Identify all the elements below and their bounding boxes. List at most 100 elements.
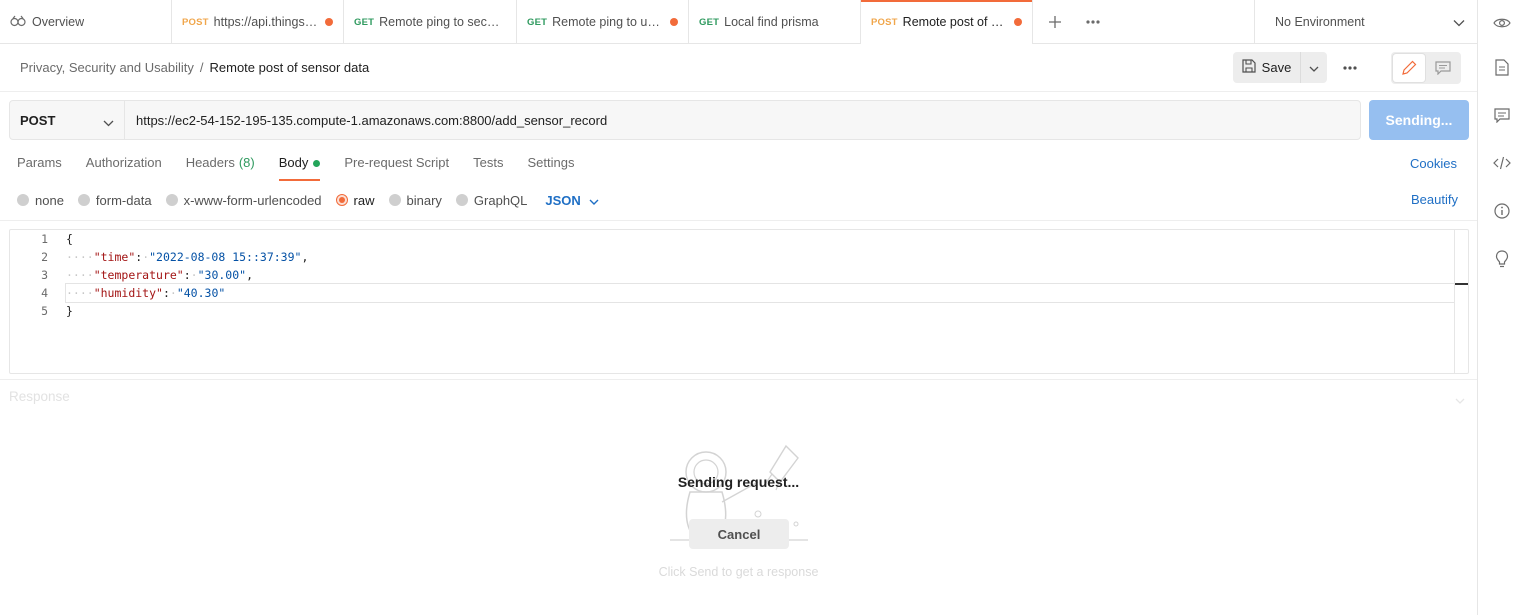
tab-settings[interactable]: Settings <box>527 155 574 181</box>
tab-params[interactable]: Params <box>17 155 62 181</box>
json-value: "40.30" <box>176 286 226 300</box>
tab-body[interactable]: Body <box>278 155 321 181</box>
http-method-value: POST <box>20 112 56 128</box>
json-key: "time" <box>93 250 136 264</box>
more-actions-icon[interactable] <box>1338 56 1362 80</box>
tab-title: Remote post of senso <box>902 15 1007 29</box>
info-icon[interactable] <box>1490 199 1514 223</box>
tab-method: POST <box>182 16 209 28</box>
radio-button-checked <box>335 194 348 206</box>
tab-pre-request-label: Pre-request Script <box>344 155 450 170</box>
chevron-down-icon <box>1453 16 1465 30</box>
beautify-link[interactable]: Beautify <box>1411 192 1458 207</box>
json-trail: , <box>246 268 253 282</box>
new-tab-plus-icon[interactable] <box>1043 10 1067 34</box>
body-type-graphql[interactable]: GraphQL <box>455 193 527 208</box>
breadcrumb-collection[interactable]: Privacy, Security and Usability <box>20 60 194 75</box>
line-number: 5 <box>41 304 48 318</box>
body-type-options: none form-data x-www-form-urlencoded raw… <box>17 192 599 208</box>
body-type-binary[interactable]: binary <box>388 192 442 208</box>
body-type-urlencoded[interactable]: x-www-form-urlencoded <box>165 193 322 208</box>
comments-icon[interactable] <box>1490 103 1514 127</box>
radio-button <box>455 194 468 206</box>
headers-count: (8) <box>238 155 255 170</box>
json-key: "temperature" <box>93 268 184 282</box>
radio-button <box>388 194 401 206</box>
tab-headers-label: Headers <box>185 155 235 170</box>
line-number: 1 <box>41 232 48 246</box>
open-brace: { <box>66 232 73 246</box>
chevron-down-icon <box>589 193 599 208</box>
sending-request-text: Sending request... <box>677 474 800 490</box>
request-title[interactable]: Remote post of sensor data <box>210 60 370 75</box>
tab-overview[interactable]: Overview <box>0 0 172 44</box>
tab-method: GET <box>354 16 375 28</box>
edit-pencil-icon[interactable] <box>1393 54 1425 82</box>
code-lines: { ····"time":·"2022-08-08 15::37:39", ··… <box>65 230 1455 320</box>
tab-request-3[interactable]: GET Remote ping to unsecu <box>517 0 689 44</box>
json-key: "humidity" <box>93 286 163 300</box>
save-options-button[interactable] <box>1300 52 1327 83</box>
tab-authorization[interactable]: Authorization <box>86 155 162 181</box>
url-bar: POST <box>9 100 1361 140</box>
tab-request-4[interactable]: GET Local find prisma <box>689 0 861 44</box>
radio-button <box>17 194 29 206</box>
save-button-group: Save <box>1233 52 1327 83</box>
body-type-none[interactable]: none <box>17 193 64 208</box>
http-method-select[interactable]: POST <box>10 101 125 139</box>
tab-request-5-active[interactable]: POST Remote post of senso <box>861 0 1033 44</box>
tab-overview-label: Overview <box>32 15 85 29</box>
cancel-request-button[interactable]: Cancel <box>689 519 789 549</box>
environment-select[interactable]: No Environment <box>1254 0 1477 44</box>
line-number: 2 <box>41 250 48 264</box>
tab-request-2[interactable]: GET Remote ping to secured I <box>344 0 517 44</box>
save-button[interactable]: Save <box>1233 52 1300 83</box>
more-tabs-icon[interactable] <box>1081 10 1105 34</box>
tab-tests-label: Tests <box>473 155 504 170</box>
send-button[interactable]: Sending... <box>1369 100 1469 140</box>
code-line: ····"time":·"2022-08-08 15::37:39", <box>66 250 309 264</box>
url-input[interactable] <box>125 101 1360 139</box>
tab-tests[interactable]: Tests <box>473 155 503 181</box>
sending-overlay: Sending request... Cancel Click Send to … <box>0 380 1477 615</box>
tab-method: GET <box>699 16 720 28</box>
body-type-binary-label: binary <box>406 192 442 208</box>
scroll-marker <box>1455 283 1468 285</box>
overview-icon <box>10 15 26 30</box>
tab-pre-request-script[interactable]: Pre-request Script <box>344 155 449 181</box>
breadcrumb: Privacy, Security and Usability / Remote… <box>20 60 369 75</box>
unsaved-dot <box>670 18 678 26</box>
save-label: Save <box>1261 60 1292 75</box>
tab-headers[interactable]: Headers (8) <box>186 155 255 181</box>
comment-view-icon[interactable] <box>1427 54 1459 82</box>
editor-scrollbar[interactable] <box>1454 230 1468 373</box>
json-value: "30.00" <box>197 268 247 282</box>
cookies-link[interactable]: Cookies <box>1410 156 1457 171</box>
tab-body-label: Body <box>278 155 309 170</box>
radio-button <box>77 194 90 206</box>
chevron-down-icon <box>103 115 114 130</box>
close-brace: } <box>66 304 73 318</box>
unsaved-dot <box>1014 18 1022 26</box>
body-language-value: JSON <box>545 192 581 208</box>
tab-authorization-label: Authorization <box>85 155 162 170</box>
tab-request-1[interactable]: POST https://api.thingspeak <box>172 0 344 44</box>
breadcrumb-separator: / <box>199 60 204 75</box>
eye-icon[interactable] <box>1490 11 1514 35</box>
body-type-none-label: none <box>35 192 64 208</box>
code-line-current: ····"humidity":·"40.30" <box>65 283 1455 303</box>
body-language-select[interactable]: JSON <box>545 192 599 208</box>
code-line: { <box>66 230 1454 248</box>
body-type-raw[interactable]: raw <box>335 193 375 208</box>
documentation-icon[interactable] <box>1490 55 1514 79</box>
unsaved-dot <box>325 18 333 26</box>
lightbulb-icon[interactable] <box>1490 247 1514 271</box>
response-hint: Click Send to get a response <box>658 565 819 579</box>
json-value: "2022-08-08 15::37:39" <box>149 250 302 264</box>
code-icon[interactable] <box>1490 151 1514 175</box>
body-code-editor[interactable]: 1 2 3 4 5 { ····"time":·"2022-08-08 15::… <box>9 229 1469 374</box>
request-header: Privacy, Security and Usability / Remote… <box>0 44 1477 92</box>
body-type-form-data[interactable]: form-data <box>77 193 152 208</box>
json-trail: , <box>301 250 309 264</box>
chevron-down-icon <box>1309 60 1319 75</box>
